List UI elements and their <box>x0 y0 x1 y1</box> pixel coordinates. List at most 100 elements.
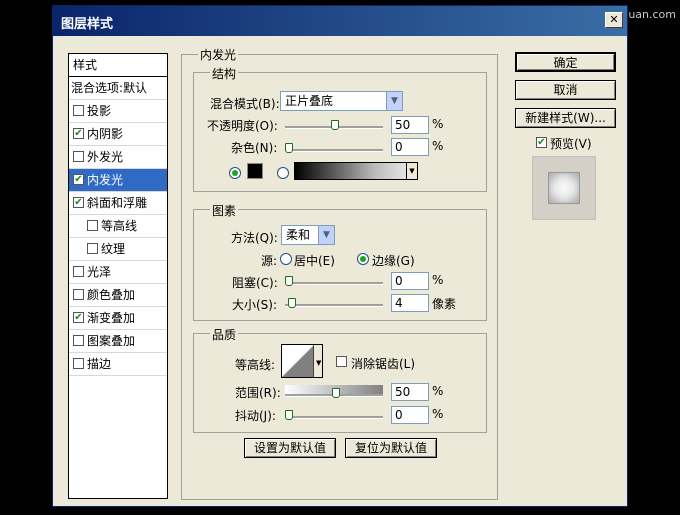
blend-options-item[interactable]: 混合选项:默认 <box>69 77 167 100</box>
style-list-item-label: 图案叠加 <box>87 334 136 348</box>
choke-label: 阻塞(C): <box>232 276 278 290</box>
size-slider[interactable] <box>285 298 383 308</box>
preview-label: 预览(V) <box>550 137 592 151</box>
style-list-item[interactable]: 光泽 <box>69 261 167 284</box>
antialias-checkbox[interactable] <box>336 356 347 367</box>
opacity-label: 不透明度(O): <box>207 119 278 133</box>
style-preview-box <box>532 156 596 220</box>
style-list-item[interactable]: 投影 <box>69 100 167 123</box>
source-edge-radio[interactable] <box>357 253 369 265</box>
ok-button[interactable]: 确定 <box>515 52 616 72</box>
contour-picker[interactable]: ▼ <box>281 344 323 378</box>
style-list-header[interactable]: 样式 <box>69 54 167 77</box>
reset-default-button[interactable]: 复位为默认值 <box>345 438 437 458</box>
noise-input[interactable]: 0 <box>391 138 429 156</box>
checkbox-icon[interactable] <box>87 220 98 231</box>
style-list-item[interactable]: 图案叠加 <box>69 330 167 353</box>
style-list-item-label: 内发光 <box>87 173 124 187</box>
choke-unit: % <box>432 273 444 287</box>
style-list-item-label: 渐变叠加 <box>87 311 136 325</box>
layer-style-dialog: 图层样式 ✕ 样式 混合选项:默认 投影 ✔ 内阴影 外发光 ✔ 内发光 ✔ 斜面和浮雕 等高线… <box>52 5 628 507</box>
blend-mode-select[interactable]: 正片叠底 ▼ <box>280 91 403 111</box>
color-mode-radio[interactable] <box>229 167 241 179</box>
glow-gradient-picker[interactable]: ▼ <box>294 162 418 180</box>
size-input[interactable]: 4 <box>391 294 429 312</box>
title-bar[interactable]: 图层样式 ✕ <box>53 6 627 36</box>
style-list-item[interactable]: 外发光 <box>69 146 167 169</box>
checkbox-checked-icon[interactable]: ✔ <box>73 197 84 208</box>
jitter-slider-thumb[interactable] <box>285 410 293 420</box>
size-slider-thumb[interactable] <box>288 298 296 308</box>
contour-preview-icon: ▼ <box>282 345 322 377</box>
style-list-item-label: 纹理 <box>101 242 126 256</box>
style-list-item-label: 光泽 <box>87 265 112 279</box>
make-default-button[interactable]: 设置为默认值 <box>244 438 336 458</box>
method-select[interactable]: 柔和 ▼ <box>281 225 335 245</box>
checkbox-icon[interactable] <box>73 151 84 162</box>
gradient-mode-radio[interactable] <box>277 167 289 179</box>
method-label: 方法(Q): <box>231 231 278 245</box>
source-edge-label: 边缘(G) <box>372 254 415 268</box>
style-list-item-label: 投影 <box>87 104 112 118</box>
style-list-item-label: 描边 <box>87 357 112 371</box>
blend-mode-label: 混合模式(B): <box>210 97 280 111</box>
source-center-radio[interactable] <box>280 253 292 265</box>
jitter-slider[interactable] <box>285 410 383 420</box>
style-list-item[interactable]: 描边 <box>69 353 167 376</box>
noise-label: 杂色(N): <box>231 141 278 155</box>
structure-title: 结构 <box>210 65 239 82</box>
jitter-input[interactable]: 0 <box>391 406 429 424</box>
noise-slider-thumb[interactable] <box>285 143 293 153</box>
contour-label: 等高线: <box>235 358 276 372</box>
noise-slider[interactable] <box>285 143 383 153</box>
style-list-item[interactable]: 颜色叠加 <box>69 284 167 307</box>
style-list-item[interactable]: 等高线 <box>69 215 167 238</box>
range-input[interactable]: 50 <box>391 383 429 401</box>
jitter-unit: % <box>432 407 444 421</box>
source-label: 源: <box>261 254 278 268</box>
style-list-item[interactable]: 纹理 <box>69 238 167 261</box>
checkbox-checked-icon[interactable]: ✔ <box>73 128 84 139</box>
close-icon[interactable]: ✕ <box>605 12 623 28</box>
style-list-item[interactable]: ✔ 内阴影 <box>69 123 167 146</box>
method-value: 柔和 <box>286 228 311 242</box>
choke-input[interactable]: 0 <box>391 272 429 290</box>
style-list-item[interactable]: ✔ 内发光 <box>69 169 167 192</box>
opacity-input[interactable]: 50 <box>391 116 429 134</box>
choke-slider[interactable] <box>285 276 383 286</box>
elements-title: 图素 <box>210 202 239 219</box>
source-center-label: 居中(E) <box>294 254 335 268</box>
choke-slider-thumb[interactable] <box>285 276 293 286</box>
blend-mode-value: 正片叠底 <box>285 94 334 108</box>
checkbox-icon[interactable] <box>73 335 84 346</box>
chevron-down-icon: ▼ <box>386 92 402 110</box>
checkbox-icon[interactable] <box>73 358 84 369</box>
style-list-item-label: 外发光 <box>87 150 124 164</box>
preview-checkbox[interactable]: ✔ <box>536 137 547 148</box>
checkbox-checked-icon[interactable]: ✔ <box>73 174 84 185</box>
style-list: 样式 混合选项:默认 投影 ✔ 内阴影 外发光 ✔ 内发光 ✔ 斜面和浮雕 等高线 纹理 光泽 颜色叠… <box>68 53 168 499</box>
style-list-item-label: 斜面和浮雕 <box>87 196 148 210</box>
style-list-item[interactable]: ✔ 斜面和浮雕 <box>69 192 167 215</box>
window-title: 图层样式 <box>61 17 114 32</box>
range-slider-thumb[interactable] <box>332 388 340 398</box>
checkbox-icon[interactable] <box>73 105 84 116</box>
checkbox-icon[interactable] <box>73 266 84 277</box>
inner-glow-title: 内发光 <box>198 46 239 63</box>
preview-swatch <box>548 172 580 204</box>
range-slider[interactable] <box>285 388 383 398</box>
style-list-item-label: 内阴影 <box>87 127 124 141</box>
checkbox-icon[interactable] <box>73 289 84 300</box>
style-list-item-label: 颜色叠加 <box>87 288 136 302</box>
opacity-unit: % <box>432 117 444 131</box>
checkbox-icon[interactable] <box>87 243 98 254</box>
cancel-button[interactable]: 取消 <box>515 80 616 100</box>
new-style-button[interactable]: 新建样式(W)... <box>515 108 616 128</box>
opacity-slider[interactable] <box>285 120 383 130</box>
opacity-slider-thumb[interactable] <box>331 120 339 130</box>
noise-unit: % <box>432 139 444 153</box>
size-label: 大小(S): <box>232 298 278 312</box>
glow-color-swatch[interactable] <box>247 163 263 179</box>
checkbox-checked-icon[interactable]: ✔ <box>73 312 84 323</box>
style-list-item[interactable]: ✔ 渐变叠加 <box>69 307 167 330</box>
